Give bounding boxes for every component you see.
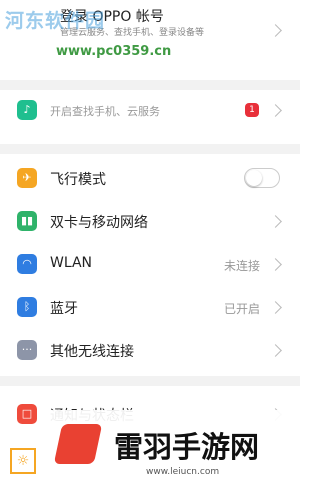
other-wireless-row[interactable]: ··· 其他无线连接 [0, 330, 300, 370]
chevron-right-icon [269, 24, 282, 37]
chevron-right-icon [269, 215, 282, 228]
more-icon: ··· [17, 340, 37, 360]
chevron-right-icon [269, 258, 282, 271]
bluetooth-status: 已开启 [223, 302, 260, 316]
dual-sim-label: 双卡与移动网络 [50, 215, 148, 231]
chevron-right-icon [269, 104, 282, 117]
watermark-brand: 雷羽手游网 [114, 430, 260, 464]
wlan-label: WLAN [50, 255, 93, 271]
watermark-url: www.leiucn.com [146, 467, 220, 477]
dual-sim-row[interactable]: ▮▮ 双卡与移动网络 [0, 201, 300, 241]
signal-icon: ▮▮ [17, 211, 37, 231]
airplane-mode-toggle[interactable] [244, 168, 280, 188]
notification-icon: □ [17, 404, 37, 424]
bell-icon: ♪ [17, 100, 37, 120]
bluetooth-label: 蓝牙 [50, 301, 78, 317]
bluetooth-row[interactable]: ᛒ 蓝牙 已开启 [0, 287, 300, 327]
airplane-mode-row[interactable]: ✈ 飞行模式 [0, 158, 300, 198]
chevron-right-icon [269, 301, 282, 314]
section-divider [0, 144, 300, 154]
watermark-site-url: www.pc0359.cn [56, 44, 172, 59]
watermark-overlay: 雷羽手游网 www.leiucn.com [50, 410, 300, 485]
airplane-icon: ✈ [17, 168, 37, 188]
chevron-right-icon [269, 344, 282, 357]
watermark-logo-icon [53, 424, 103, 464]
find-phone-label: 开启查找手机、云服务 [50, 105, 160, 118]
find-phone-cloud-row[interactable]: ♪ 开启查找手机、云服务 1 [0, 90, 300, 130]
wifi-icon: ◠ [17, 254, 37, 274]
section-divider [0, 376, 300, 386]
wlan-row[interactable]: ◠ WLAN 未连接 [0, 244, 300, 284]
wlan-status: 未连接 [223, 259, 260, 273]
notification-badge: 1 [245, 103, 259, 117]
airplane-mode-label: 飞行模式 [50, 172, 106, 188]
bluetooth-icon: ᛒ [17, 297, 37, 317]
watermark-site-name: 河东软件园 [5, 10, 106, 32]
brightness-icon[interactable]: ☼ [10, 448, 36, 474]
toggle-knob [246, 170, 262, 186]
section-divider [0, 80, 300, 90]
other-wireless-label: 其他无线连接 [50, 344, 134, 360]
